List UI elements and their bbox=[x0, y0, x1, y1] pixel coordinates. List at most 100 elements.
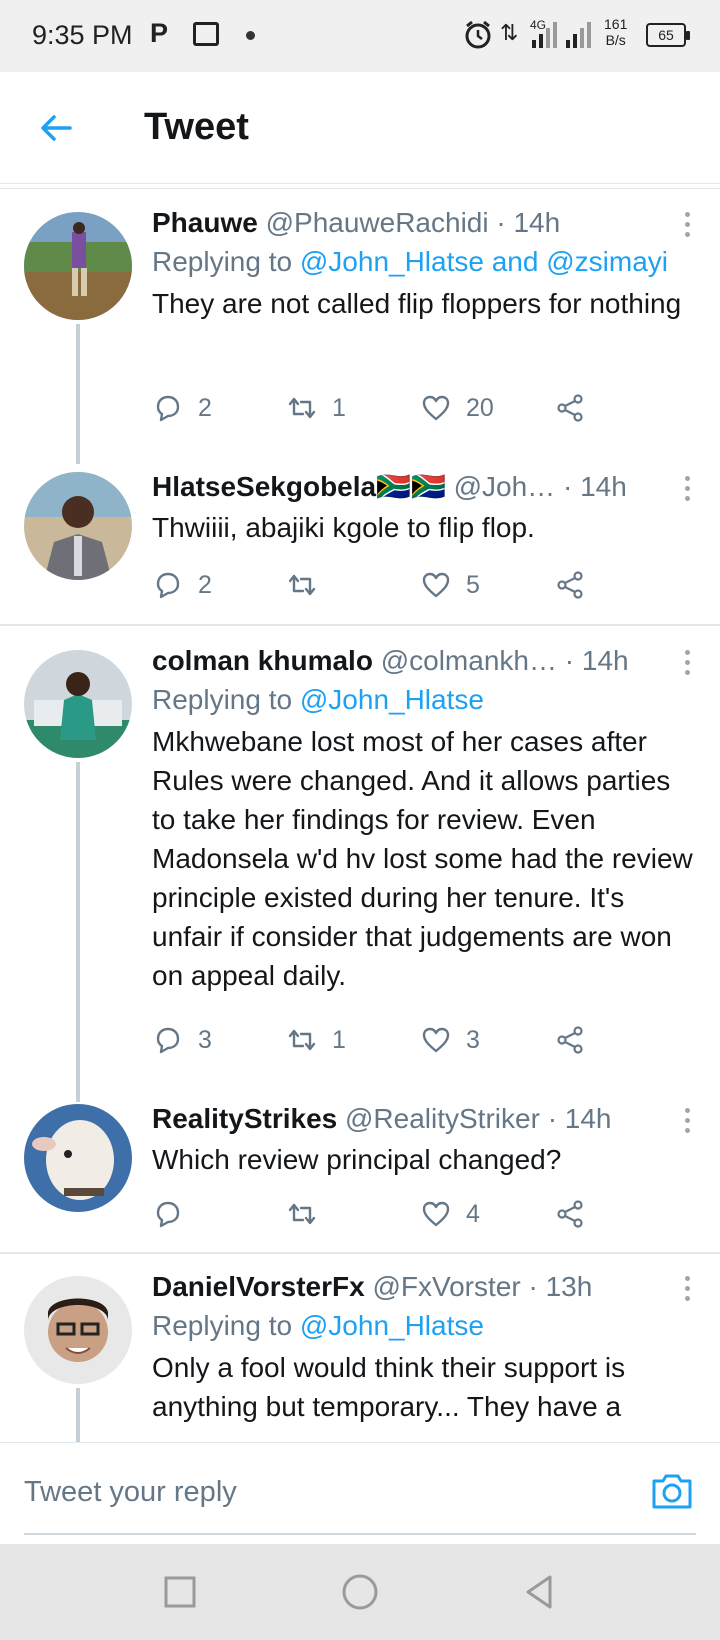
author-name[interactable]: DanielVorsterFx bbox=[152, 1271, 365, 1302]
battery-icon: 65 bbox=[646, 23, 690, 47]
like-count: 3 bbox=[466, 1025, 480, 1054]
like-button[interactable]: 5 bbox=[420, 565, 480, 605]
reply-count: 3 bbox=[198, 1025, 212, 1054]
network-speed: 161 B/s bbox=[604, 16, 628, 48]
tweet-time: · 14h bbox=[562, 471, 627, 502]
tweet-body: RealityStrikes @RealityStriker · 14h Whi… bbox=[152, 1100, 697, 1179]
system-nav-bar bbox=[0, 1544, 720, 1640]
author-handle[interactable]: @PhauweRachidi bbox=[266, 207, 489, 238]
share-button[interactable] bbox=[554, 388, 586, 428]
replying-to: Replying to @John_Hlatse and @zsimayi bbox=[152, 246, 668, 277]
like-count: 5 bbox=[466, 570, 480, 599]
reply-bubble-icon bbox=[156, 1201, 180, 1228]
author-handle[interactable]: @FxVorster bbox=[372, 1271, 520, 1302]
circle-icon[interactable] bbox=[338, 1570, 382, 1614]
tweet-text: Only a fool would think their support is… bbox=[152, 1352, 626, 1422]
author-handle[interactable]: @colmankh… bbox=[381, 645, 557, 676]
reply-count: 2 bbox=[198, 393, 212, 422]
author-name[interactable]: HlatseSekgobela🇿🇦🇿🇦 bbox=[152, 471, 446, 502]
camera-icon[interactable] bbox=[650, 1471, 694, 1511]
thread-line bbox=[76, 324, 80, 464]
mention-link[interactable]: @John_Hlatse and @zsimayi bbox=[300, 246, 668, 277]
tweet-danielvorsterfx[interactable]: DanielVorsterFx @FxVorster · 13h Replyin… bbox=[0, 1262, 720, 1442]
retweet-button[interactable] bbox=[286, 1194, 332, 1234]
retweet-icon bbox=[288, 1203, 316, 1225]
like-count: 20 bbox=[466, 393, 494, 422]
retweet-icon bbox=[288, 1029, 316, 1051]
tweet-body: colman khumalo @colmankh… · 14h Replying… bbox=[152, 642, 697, 995]
heart-icon bbox=[422, 572, 450, 598]
reply-bubble-icon bbox=[156, 572, 180, 599]
reply-composer: Tweet your reply bbox=[0, 1442, 720, 1544]
thread-divider bbox=[0, 1252, 720, 1254]
reply-button[interactable]: 2 bbox=[152, 565, 212, 605]
author-handle[interactable]: @RealityStriker bbox=[345, 1103, 540, 1134]
avatar[interactable] bbox=[24, 212, 132, 320]
tweet-actions: 3 1 3 bbox=[152, 1020, 622, 1060]
square-icon[interactable] bbox=[158, 1570, 202, 1614]
reply-button[interactable]: 3 bbox=[152, 1020, 212, 1060]
more-options-icon[interactable] bbox=[677, 476, 697, 504]
retweet-button[interactable]: 1 bbox=[286, 1020, 346, 1060]
more-options-icon[interactable] bbox=[677, 1108, 697, 1136]
tweet-body: DanielVorsterFx @FxVorster · 13h Replyin… bbox=[152, 1268, 697, 1426]
thread-line bbox=[76, 762, 80, 1102]
replying-to: Replying to @John_Hlatse bbox=[152, 1310, 484, 1341]
like-button[interactable]: 4 bbox=[420, 1194, 480, 1234]
tweet-time: · 13h bbox=[528, 1271, 593, 1302]
tweet-actions: 2 1 20 bbox=[152, 388, 622, 428]
retweet-count: 1 bbox=[332, 1025, 346, 1054]
more-options-icon[interactable] bbox=[677, 212, 697, 240]
avatar[interactable] bbox=[24, 1276, 132, 1384]
author-name[interactable]: RealityStrikes bbox=[152, 1103, 337, 1134]
author-handle[interactable]: @Joh… bbox=[454, 471, 556, 502]
tweet-body: Phauwe @PhauweRachidi · 14h Replying to … bbox=[152, 204, 697, 323]
more-options-icon[interactable] bbox=[677, 650, 697, 678]
tweet-reply-input[interactable]: Tweet your reply bbox=[24, 1469, 584, 1515]
heart-icon bbox=[422, 1027, 450, 1053]
retweet-icon bbox=[288, 397, 316, 419]
retweet-icon bbox=[288, 574, 316, 596]
share-button[interactable] bbox=[554, 1020, 586, 1060]
retweet-button[interactable] bbox=[286, 565, 332, 605]
page-title: Tweet bbox=[144, 106, 249, 148]
parking-app-icon: P bbox=[150, 18, 169, 48]
reply-button[interactable] bbox=[152, 1194, 198, 1234]
tweet-time: · 14h bbox=[564, 645, 629, 676]
share-icon bbox=[557, 571, 583, 599]
share-button[interactable] bbox=[554, 1194, 586, 1234]
tweet-header: DanielVorsterFx @FxVorster · 13h bbox=[152, 1268, 697, 1306]
avatar[interactable] bbox=[24, 650, 132, 758]
tweet-header: HlatseSekgobela🇿🇦🇿🇦 @Joh… · 14h bbox=[152, 468, 697, 506]
author-name[interactable]: colman khumalo bbox=[152, 645, 373, 676]
retweet-count: 1 bbox=[332, 393, 346, 422]
reply-button[interactable]: 2 bbox=[152, 388, 212, 428]
like-button[interactable]: 3 bbox=[420, 1020, 480, 1060]
avatar[interactable] bbox=[24, 472, 132, 580]
thread-line bbox=[76, 1388, 80, 1442]
mention-link[interactable]: @John_Hlatse bbox=[300, 1310, 484, 1341]
author-name[interactable]: Phauwe bbox=[152, 207, 258, 238]
data-transfer-icon: ⇅ bbox=[500, 20, 519, 45]
triangle-back-icon[interactable] bbox=[518, 1570, 562, 1614]
avatar[interactable] bbox=[24, 1104, 132, 1212]
share-button[interactable] bbox=[554, 565, 586, 605]
heart-icon bbox=[422, 395, 450, 421]
heart-icon bbox=[422, 1201, 450, 1227]
tweet-header: RealityStrikes @RealityStriker · 14h bbox=[152, 1100, 697, 1138]
header-divider bbox=[0, 188, 720, 189]
alarm-icon bbox=[465, 20, 491, 49]
share-icon bbox=[557, 1026, 583, 1054]
more-options-icon[interactable] bbox=[677, 1276, 697, 1304]
tweet-body: HlatseSekgobela🇿🇦🇿🇦 @Joh… · 14h Thwiiii,… bbox=[152, 468, 697, 547]
signal-strength-icon-2 bbox=[566, 18, 591, 48]
status-time: 9:35 PM bbox=[32, 20, 133, 50]
reply-input-underline bbox=[24, 1533, 696, 1535]
thread-divider bbox=[0, 624, 720, 626]
retweet-button[interactable]: 1 bbox=[286, 388, 346, 428]
share-icon bbox=[557, 1200, 583, 1228]
like-button[interactable]: 20 bbox=[420, 388, 494, 428]
back-arrow-icon[interactable] bbox=[36, 108, 76, 148]
mention-link[interactable]: @John_Hlatse bbox=[300, 684, 484, 715]
tweet-header: Phauwe @PhauweRachidi · 14h bbox=[152, 204, 697, 242]
